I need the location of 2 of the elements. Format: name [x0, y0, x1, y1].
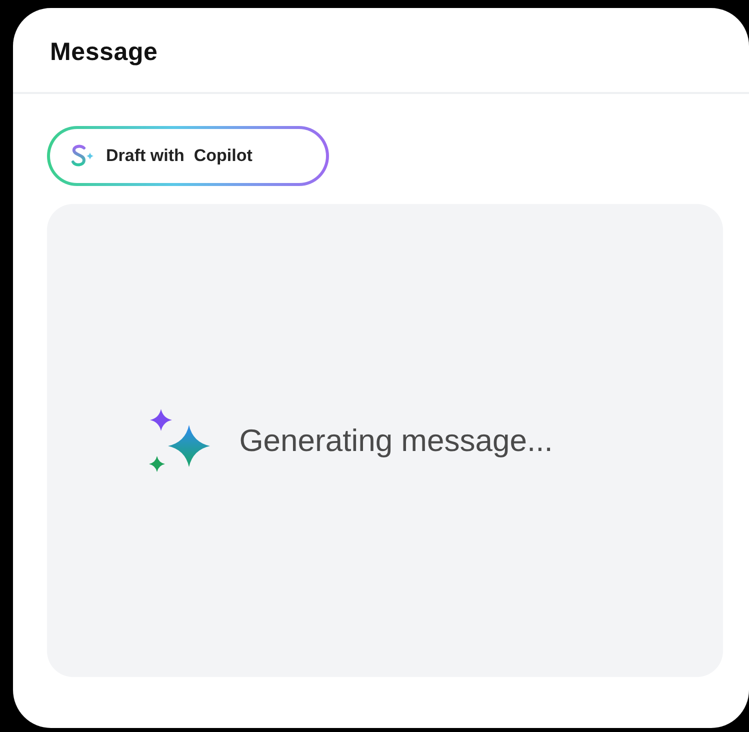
panel-title: Message — [50, 38, 158, 66]
status-text: Generating message... — [239, 422, 553, 458]
